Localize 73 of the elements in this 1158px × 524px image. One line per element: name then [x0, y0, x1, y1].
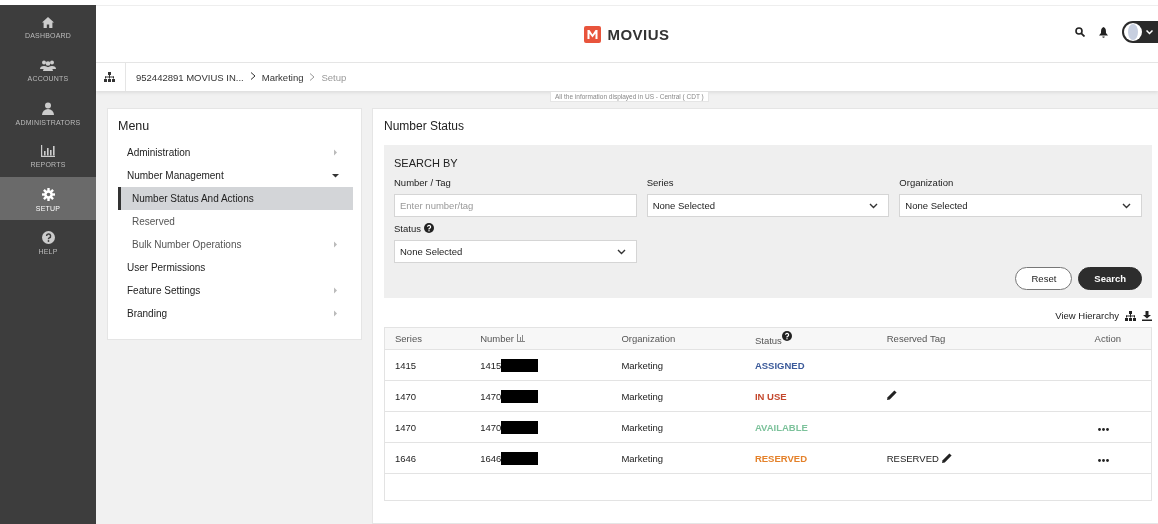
column-header[interactable]: Number: [480, 333, 525, 344]
people-icon: [40, 59, 56, 71]
table-cell: 1646: [395, 452, 417, 464]
table-cell: 1470: [480, 390, 502, 402]
caret-icon: [1146, 29, 1153, 35]
view-hierarchy-link[interactable]: View Hierarchy: [1055, 310, 1119, 321]
table-cell: Marketing: [621, 359, 664, 371]
hierarchy-icon: [1125, 310, 1136, 321]
select-field[interactable]: None Selected: [394, 240, 637, 263]
pencil-icon[interactable]: [941, 453, 952, 463]
table-cell: Marketing: [621, 452, 664, 464]
pencil-icon[interactable]: [886, 390, 897, 400]
field-label: Organization: [899, 177, 955, 188]
help-icon: [41, 230, 55, 244]
table-cell: 1415: [395, 359, 417, 371]
status-label: ASSIGNED: [754, 359, 805, 371]
person-icon: [42, 101, 54, 115]
menu-item[interactable]: Reserved: [118, 210, 353, 233]
more-icon[interactable]: [1098, 427, 1109, 431]
profile-menu[interactable]: [1122, 21, 1158, 43]
panel-title: Number Status: [384, 119, 466, 133]
menu-item[interactable]: Bulk Number Operations: [118, 233, 353, 256]
table-cell: 1470: [480, 421, 502, 433]
menu-item[interactable]: Administration: [118, 141, 353, 164]
table-cell: Marketing: [621, 390, 664, 402]
more-icon[interactable]: [1098, 458, 1109, 462]
settings-icon: [41, 187, 55, 201]
breadcrumb-link[interactable]: Marketing: [261, 71, 304, 83]
breadcrumb-current: Setup: [321, 71, 347, 83]
avatar-icon: [1124, 23, 1142, 41]
table-cell: 1470: [395, 421, 417, 433]
chevron-down-icon: [1122, 202, 1131, 209]
menu-title: Menu: [118, 119, 151, 133]
reserved-tag: RESERVED: [886, 452, 939, 464]
brand-name: MOVIUS: [607, 25, 670, 43]
breadcrumb-separator-icon: [249, 72, 256, 82]
table-cell: 1415: [480, 359, 502, 371]
number-tag-field[interactable]: Enter number/tag: [394, 194, 637, 217]
field-label: Series: [646, 177, 675, 188]
breadcrumb-separator-icon: [309, 71, 316, 83]
search-button[interactable]: Search: [1078, 267, 1142, 290]
field-label: Status: [394, 223, 637, 234]
column-header: Organization: [621, 333, 676, 344]
column-header: Series: [395, 333, 422, 344]
chevron-down-icon: [869, 202, 879, 209]
breadcrumb-link[interactable]: 952442891 MOVIUS IN...: [136, 71, 244, 83]
column-header: Status: [754, 335, 792, 346]
home-icon: [42, 16, 54, 28]
table-cell: Marketing: [621, 421, 664, 433]
status-label: RESERVED: [754, 452, 807, 464]
chevron-down-icon: [616, 248, 626, 255]
column-header: Reserved Tag: [886, 333, 946, 344]
menu-item[interactable]: Branding: [118, 302, 353, 325]
status-label: IN USE: [754, 390, 787, 402]
status-label: AVAILABLE: [754, 421, 808, 433]
select-field[interactable]: None Selected: [899, 194, 1142, 217]
download-icon[interactable]: [1142, 310, 1152, 321]
reset-button[interactable]: Reset: [1015, 267, 1073, 290]
logo-icon: [584, 25, 602, 43]
bell-icon[interactable]: [1099, 26, 1108, 38]
field-label: Number / Tag: [394, 177, 452, 188]
table-cell: 1470: [395, 390, 417, 402]
select-field[interactable]: None Selected: [646, 194, 890, 217]
table-cell: 1646: [480, 452, 502, 464]
column-header: Action: [1094, 333, 1121, 344]
menu-item[interactable]: Feature Settings: [118, 279, 353, 302]
menu-item[interactable]: User Permissions: [118, 256, 353, 279]
menu-item[interactable]: Number Status And Actions: [118, 187, 353, 210]
menu-item[interactable]: Number Management: [118, 164, 353, 187]
search-icon[interactable]: [1075, 27, 1085, 37]
hierarchy-icon[interactable]: [104, 72, 115, 82]
chart-icon: [41, 145, 55, 157]
section-title: SEARCH BY: [394, 157, 459, 169]
